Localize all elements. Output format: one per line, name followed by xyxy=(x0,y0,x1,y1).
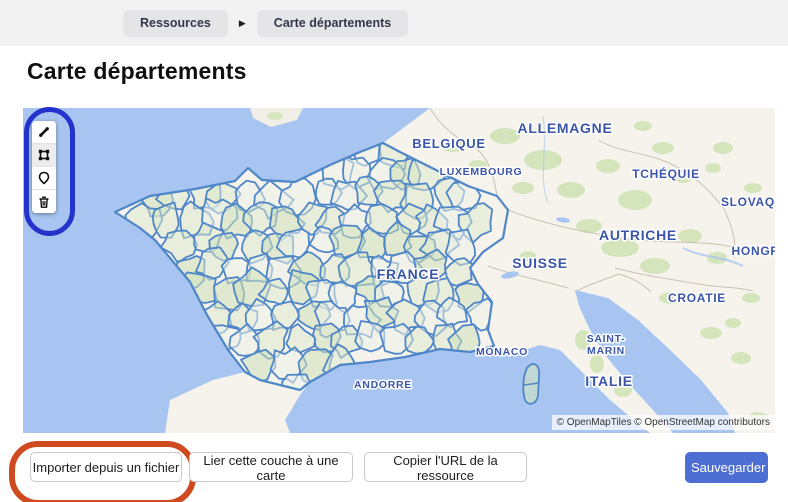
map-canvas[interactable]: BELGIQUE ALLEMAGNE LUXEMBOURG TCHÉQUIE SLOVA… xyxy=(23,108,775,433)
svg-text:SUISSE: SUISSE xyxy=(512,255,568,271)
svg-text:CROATIE: CROATIE xyxy=(668,291,726,305)
map-svg: BELGIQUE ALLEMAGNE LUXEMBOURG TCHÉQUIE SLOVA… xyxy=(23,108,775,433)
copy-resource-url-button[interactable]: Copier l'URL de la ressource xyxy=(364,452,527,483)
draw-marker-button[interactable] xyxy=(32,167,56,190)
svg-text:MONACO: MONACO xyxy=(476,346,528,358)
svg-text:TCHÉQUIE: TCHÉQUIE xyxy=(632,166,700,181)
map-corsica xyxy=(522,363,540,405)
svg-text:SAINT-: SAINT- xyxy=(587,333,626,345)
svg-text:MARIN: MARIN xyxy=(587,345,625,357)
page: Ressources ▶ Carte départements Carte dé… xyxy=(0,0,788,502)
svg-text:FRANCE: FRANCE xyxy=(377,266,440,282)
svg-text:ANDORRE: ANDORRE xyxy=(354,379,412,391)
breadcrumb-item-carte-departements[interactable]: Carte départements xyxy=(256,9,409,37)
delete-feature-button[interactable] xyxy=(32,190,56,213)
svg-text:ITALIE: ITALIE xyxy=(585,373,633,389)
draw-polygon-icon xyxy=(38,149,50,161)
map-attribution: © OpenMapTiles © OpenStreetMap contribut… xyxy=(551,415,775,430)
draw-polyline-button[interactable] xyxy=(32,121,56,144)
svg-text:ALLEMAGNE: ALLEMAGNE xyxy=(518,120,613,136)
map-draw-toolbar xyxy=(32,121,56,213)
breadcrumb-item-ressources[interactable]: Ressources xyxy=(123,9,228,37)
svg-text:HONGRIE: HONGRIE xyxy=(732,244,775,258)
svg-text:LUXEMBOURG: LUXEMBOURG xyxy=(440,166,523,178)
svg-text:BELGIQUE: BELGIQUE xyxy=(412,136,486,151)
page-title: Carte départements xyxy=(27,58,247,84)
delete-icon xyxy=(39,195,49,208)
import-from-file-button[interactable]: Importer depuis un fichier xyxy=(30,452,182,482)
chevron-right-icon: ▶ xyxy=(238,17,246,28)
svg-text:SLOVAQUIE: SLOVAQUIE xyxy=(721,195,775,209)
draw-marker-icon xyxy=(38,171,50,185)
link-layer-to-map-button[interactable]: Lier cette couche à une carte xyxy=(189,452,353,483)
draw-polyline-icon xyxy=(39,127,49,137)
save-button[interactable]: Sauvegarder xyxy=(685,452,768,483)
draw-polygon-button[interactable] xyxy=(32,144,56,167)
breadcrumb: Ressources ▶ Carte départements xyxy=(0,0,788,46)
svg-text:AUTRICHE: AUTRICHE xyxy=(599,227,677,243)
